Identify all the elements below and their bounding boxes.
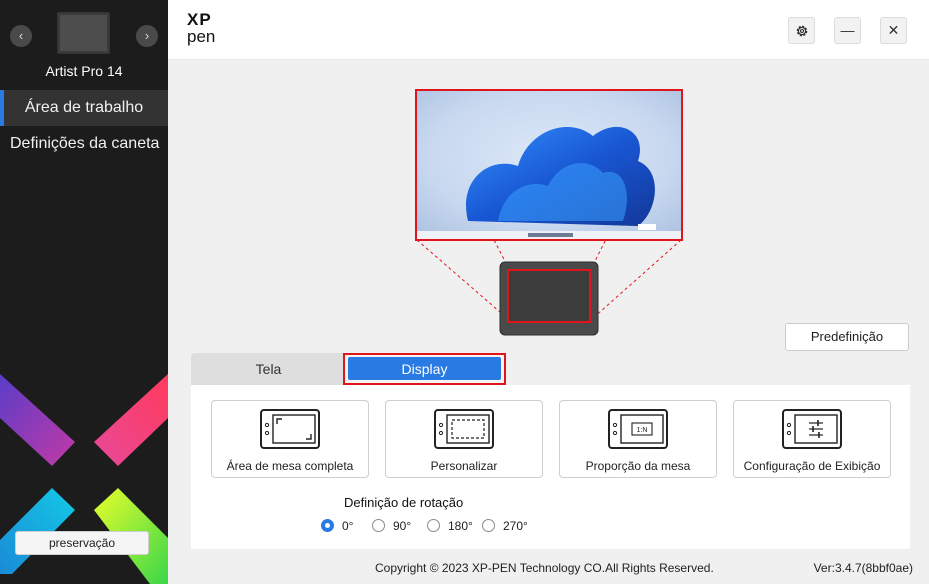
device-name: Artist Pro 14 — [45, 63, 123, 79]
ratio-badge: 1:N — [637, 427, 648, 434]
footer: Copyright © 2023 XP-PEN Technology CO.Al… — [168, 549, 929, 584]
copyright-text: Copyright © 2023 XP-PEN Technology CO.Al… — [375, 561, 714, 575]
previous-device-button[interactable]: ‹ — [10, 25, 32, 47]
tab-display[interactable]: Display — [343, 353, 506, 385]
full-area-card[interactable]: Área de mesa completa — [211, 400, 369, 478]
device-thumbnail — [57, 12, 110, 54]
card-label: Proporção da mesa — [585, 459, 691, 473]
display-settings-icon — [782, 409, 842, 449]
logo-bottom-text: pen — [187, 27, 216, 46]
preset-button[interactable]: Predefinição — [785, 323, 909, 351]
rotation-title: Definição de rotação — [344, 495, 464, 510]
radio-label: 270° — [503, 519, 528, 533]
display-panel: Área de mesa completa Personalizar 1:N P… — [191, 385, 910, 549]
sidebar-item-workspace[interactable]: Área de trabalho — [0, 90, 168, 126]
version-text: Ver:3.4.7(8bbf0ae) — [813, 561, 913, 575]
tab-screen[interactable]: Tela — [191, 353, 346, 385]
ratio-card[interactable]: 1:N Proporção da mesa — [559, 400, 717, 478]
header: XP pen — ✕ — [168, 0, 929, 60]
sidebar-item-label: Área de trabalho — [24, 99, 144, 116]
tablet-image — [499, 261, 599, 336]
radio-dot — [372, 519, 385, 532]
next-device-button[interactable]: › — [136, 25, 158, 47]
radio-label: 180° — [448, 519, 473, 533]
radio-dot — [427, 519, 440, 532]
custom-area-card[interactable]: Personalizar — [385, 400, 543, 478]
logo-top-text: XP — [187, 10, 212, 29]
card-label: Personalizar — [430, 459, 498, 473]
display-settings-card[interactable]: Configuração de Exibição — [733, 400, 891, 478]
monitor-screen-image — [415, 89, 683, 241]
close-button[interactable]: ✕ — [880, 17, 907, 44]
mapping-tabs: Tela Display — [191, 353, 506, 385]
ratio-icon: 1:N — [608, 409, 668, 449]
custom-area-icon — [434, 409, 494, 449]
radio-dot — [482, 519, 495, 532]
area-mapping-preview — [415, 89, 683, 336]
sidebar: ‹ › Artist Pro 14 Área de trabalho Defin… — [0, 0, 168, 584]
radio-dot — [321, 519, 334, 532]
sidebar-item-label: Definições da caneta — [10, 135, 160, 152]
full-area-icon — [260, 409, 320, 449]
gear-icon — [796, 25, 807, 37]
settings-button[interactable] — [788, 17, 815, 44]
radio-label: 0° — [342, 519, 354, 533]
card-label: Configuração de Exibição — [743, 459, 881, 473]
radio-label: 90° — [393, 519, 412, 533]
tab-display-label: Display — [348, 357, 501, 380]
minimize-button[interactable]: — — [834, 17, 861, 44]
card-label: Área de mesa completa — [226, 459, 354, 473]
xp-pen-logo: XP pen — [187, 10, 221, 46]
main-content: Predefinição Tela Display Área de mesa c… — [168, 61, 929, 549]
sidebar-item-pen-settings[interactable]: Definições da caneta — [0, 126, 168, 162]
preserve-button[interactable]: preservação — [15, 531, 149, 555]
